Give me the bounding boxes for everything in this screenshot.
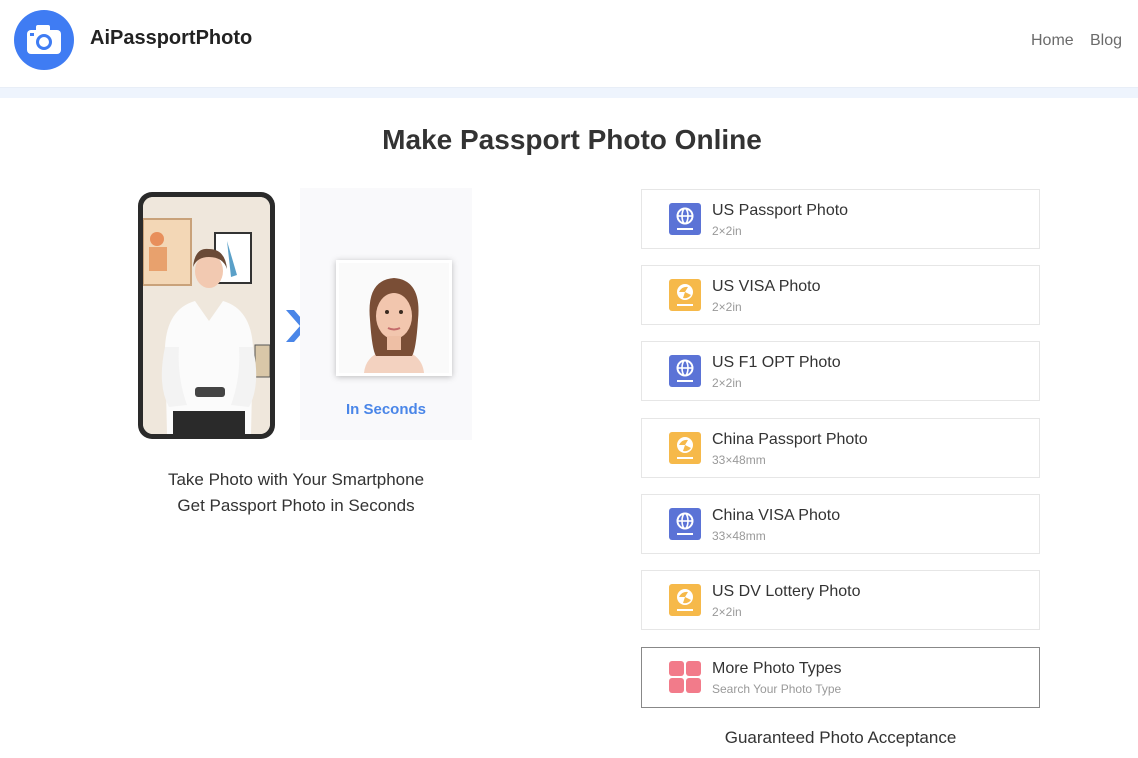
camera-icon[interactable]: [14, 10, 74, 70]
photo-type-title: US VISA Photo: [712, 278, 821, 295]
photo-type-us-f1-opt[interactable]: US F1 OPT Photo 2×2in: [641, 341, 1040, 401]
nav-blog-link[interactable]: Blog: [1090, 32, 1122, 50]
photo-type-title: China Passport Photo: [712, 431, 868, 448]
guarantee-text: Guaranteed Photo Acceptance: [724, 728, 957, 747]
photo-type-title: China VISA Photo: [712, 507, 841, 524]
photo-type-title: US DV Lottery Photo: [712, 583, 861, 600]
more-photo-types-button[interactable]: More Photo Types Search Your Photo Type: [641, 647, 1040, 708]
photo-type-size: 33×48mm: [712, 529, 766, 543]
nav-home-link[interactable]: Home: [1031, 32, 1074, 50]
visa-stamp-icon: [668, 431, 702, 465]
photo-type-china-passport[interactable]: China Passport Photo 33×48mm: [641, 418, 1040, 478]
more-types-title: More Photo Types: [712, 660, 842, 677]
photo-type-size: 2×2in: [712, 300, 742, 314]
passport-photo-sample: [336, 260, 452, 376]
photo-type-title: US F1 OPT Photo: [712, 354, 841, 371]
photo-type-size: 33×48mm: [712, 453, 766, 467]
caption-line-1: Take Photo with Your Smartphone: [167, 470, 425, 489]
photo-type-china-visa[interactable]: China VISA Photo 33×48mm: [641, 494, 1040, 554]
more-types-subtitle: Search Your Photo Type: [712, 682, 842, 696]
visa-stamp-icon: [668, 278, 702, 312]
photo-type-us-passport[interactable]: US Passport Photo 2×2in: [641, 189, 1040, 249]
in-seconds-label: In Seconds: [345, 401, 427, 418]
visa-stamp-icon: [668, 583, 702, 617]
globe-passport-icon: [668, 202, 702, 236]
globe-passport-icon: [668, 354, 702, 388]
photo-type-us-visa[interactable]: US VISA Photo 2×2in: [641, 265, 1040, 325]
globe-passport-icon: [668, 507, 702, 541]
caption-line-2: Get Passport Photo in Seconds: [177, 496, 415, 515]
photo-type-size: 2×2in: [712, 605, 742, 619]
site-header: AiPassportPhoto Home Blog: [0, 0, 1138, 88]
header-divider-band: [0, 88, 1138, 98]
page-title: Make Passport Photo Online: [382, 124, 762, 155]
grid-icon: [668, 660, 702, 694]
result-photo-card: In Seconds: [300, 188, 472, 440]
photo-type-size: 2×2in: [712, 224, 742, 238]
photo-type-title: US Passport Photo: [712, 202, 849, 219]
brand-name[interactable]: AiPassportPhoto: [90, 27, 252, 50]
photo-type-size: 2×2in: [712, 376, 742, 390]
hero-illustration: In Seconds: [138, 188, 472, 440]
smartphone-image: [138, 192, 275, 439]
photo-type-us-dv-lottery[interactable]: US DV Lottery Photo 2×2in: [641, 570, 1040, 630]
